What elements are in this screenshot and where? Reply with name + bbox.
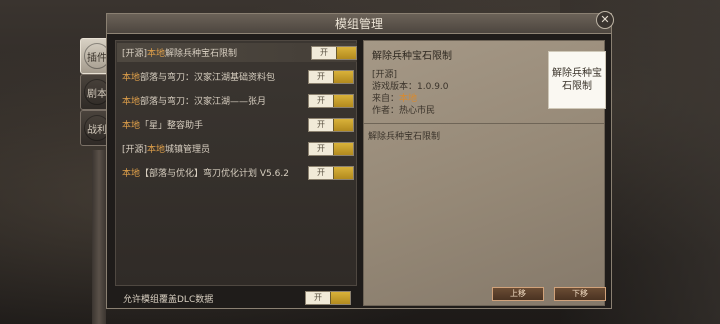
detail-open-source: [开源] xyxy=(372,70,398,80)
mod-toggle[interactable]: 开 xyxy=(311,45,357,60)
mod-row[interactable]: 本地「星」整容助手 开 xyxy=(122,115,354,134)
mod-manager-dialog: 模组管理 [开源]本地解除兵种宝石限制 开 本地部落与弯刀：汉家江湖基础资料包 … xyxy=(106,13,612,309)
mod-row[interactable]: 本地部落与弯刀：汉家江湖基础资料包 开 xyxy=(122,67,354,86)
mod-row[interactable]: 本地部落与弯刀：汉家江湖——张月 开 xyxy=(122,91,354,110)
mod-toggle[interactable]: 开 xyxy=(308,93,354,108)
detail-author: 作者：热心市民 xyxy=(372,106,436,116)
mod-toggle[interactable]: 开 xyxy=(308,141,354,156)
dlc-override-option: 允许模组覆盖DLC数据 开 xyxy=(115,290,357,306)
mod-toggle[interactable]: 开 xyxy=(308,117,354,132)
mod-name: 本地【部落与优化】弯刀优化计划 V5.6.2 xyxy=(122,169,289,179)
dlc-override-toggle[interactable]: 开 xyxy=(305,291,351,305)
dialog-title: 模组管理 xyxy=(107,14,611,34)
mod-row[interactable]: [开源]本地解除兵种宝石限制 开 xyxy=(117,43,357,62)
mod-name: 本地「星」整容助手 xyxy=(122,121,204,131)
mod-thumbnail: 解除兵种宝石限制 xyxy=(548,51,606,109)
detail-version: 游戏版本：1.0.9.0 xyxy=(372,82,449,92)
mod-name: 本地部落与弯刀：汉家江湖基础资料包 xyxy=(122,73,276,83)
mod-list: [开源]本地解除兵种宝石限制 开 本地部落与弯刀：汉家江湖基础资料包 开 本地部… xyxy=(115,40,357,286)
mod-row[interactable]: 本地【部落与优化】弯刀优化计划 V5.6.2 开 xyxy=(122,163,354,182)
mod-row[interactable]: [开源]本地城镇管理员 开 xyxy=(122,139,354,158)
mod-name: [开源]本地解除兵种宝石限制 xyxy=(122,49,238,59)
move-down-button[interactable]: 下移 xyxy=(554,287,606,301)
move-up-button[interactable]: 上移 xyxy=(492,287,544,301)
mod-detail-panel: 解除兵种宝石限制 解除兵种宝石限制 [开源] 游戏版本：1.0.9.0 来自：本… xyxy=(363,40,606,306)
dlc-override-label: 允许模组覆盖DLC数据 xyxy=(123,294,214,305)
mod-name: [开源]本地城镇管理员 xyxy=(122,145,211,155)
mod-toggle[interactable]: 开 xyxy=(308,165,354,180)
mod-name: 本地部落与弯刀：汉家江湖——张月 xyxy=(122,97,267,107)
detail-description: 解除兵种宝石限制 xyxy=(368,132,441,142)
mod-toggle[interactable]: 开 xyxy=(308,69,354,84)
detail-divider xyxy=(364,123,604,124)
detail-source: 来自：本地 xyxy=(372,94,418,104)
detail-meta: [开源] 游戏版本：1.0.9.0 来自：本地 作者：热心市民 xyxy=(372,69,449,117)
close-icon[interactable]: ✕ xyxy=(596,11,614,29)
detail-title: 解除兵种宝石限制 xyxy=(372,51,452,62)
background-pole xyxy=(92,150,106,324)
